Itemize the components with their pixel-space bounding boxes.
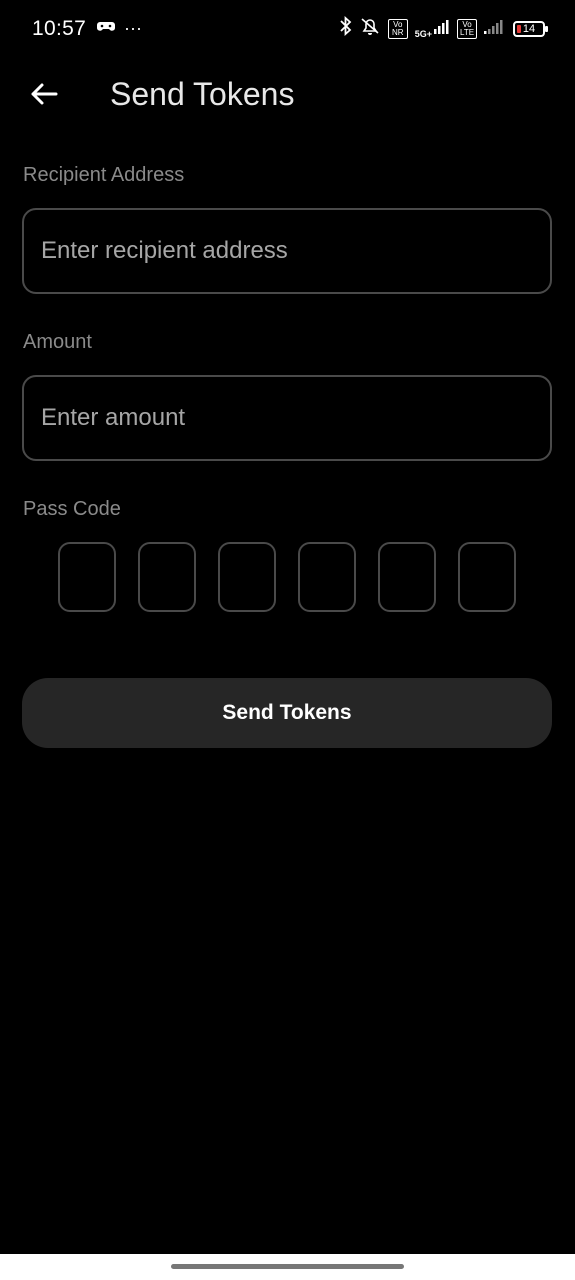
pass-code-digit-3[interactable] <box>218 542 276 612</box>
send-tokens-button[interactable]: Send Tokens <box>22 678 552 748</box>
recipient-address-input[interactable] <box>24 210 550 292</box>
volte-badge-1: Vo NR <box>387 18 408 39</box>
battery-icon: 14 <box>513 20 548 37</box>
signal-icon <box>434 18 450 39</box>
status-bar: 10:57 ··· Vo NR 5G+ Vo LTE 14 <box>0 0 575 60</box>
arrow-left-icon <box>30 82 58 111</box>
pass-code-digit-6[interactable] <box>458 542 516 612</box>
home-indicator[interactable] <box>171 1264 404 1269</box>
bluetooth-icon <box>340 15 352 41</box>
silent-icon <box>359 16 381 41</box>
back-button[interactable] <box>26 78 62 114</box>
overflow-dots: ··· <box>124 18 142 38</box>
pass-code-digit-5[interactable] <box>378 542 436 612</box>
pass-code-label: Pass Code <box>23 498 121 520</box>
network-5g-label: 5G+ <box>414 29 432 39</box>
page-title: Send Tokens <box>110 76 295 112</box>
pass-code-boxes <box>58 542 516 612</box>
recipient-address-field[interactable] <box>22 208 552 294</box>
pass-code-digit-4[interactable] <box>298 542 356 612</box>
amount-input[interactable] <box>24 377 550 459</box>
volte-badge-2: Vo LTE <box>457 18 477 39</box>
pass-code-digit-2[interactable] <box>138 542 196 612</box>
header: Send Tokens <box>0 70 575 122</box>
recipient-address-label: Recipient Address <box>23 164 185 186</box>
status-right-icons: Vo NR 5G+ Vo LTE 14 <box>340 15 548 41</box>
navigation-bar <box>0 1254 575 1280</box>
game-controller-icon <box>96 18 116 39</box>
battery-fill <box>517 24 521 33</box>
battery-level: 14 <box>522 22 536 35</box>
signal-weak-icon <box>484 18 506 39</box>
status-left-icons: ··· <box>96 18 142 39</box>
amount-field[interactable] <box>22 375 552 461</box>
pass-code-digit-1[interactable] <box>58 542 116 612</box>
signal-5g-group: 5G+ <box>415 18 450 39</box>
amount-label: Amount <box>23 331 92 353</box>
status-time: 10:57 <box>32 17 87 40</box>
